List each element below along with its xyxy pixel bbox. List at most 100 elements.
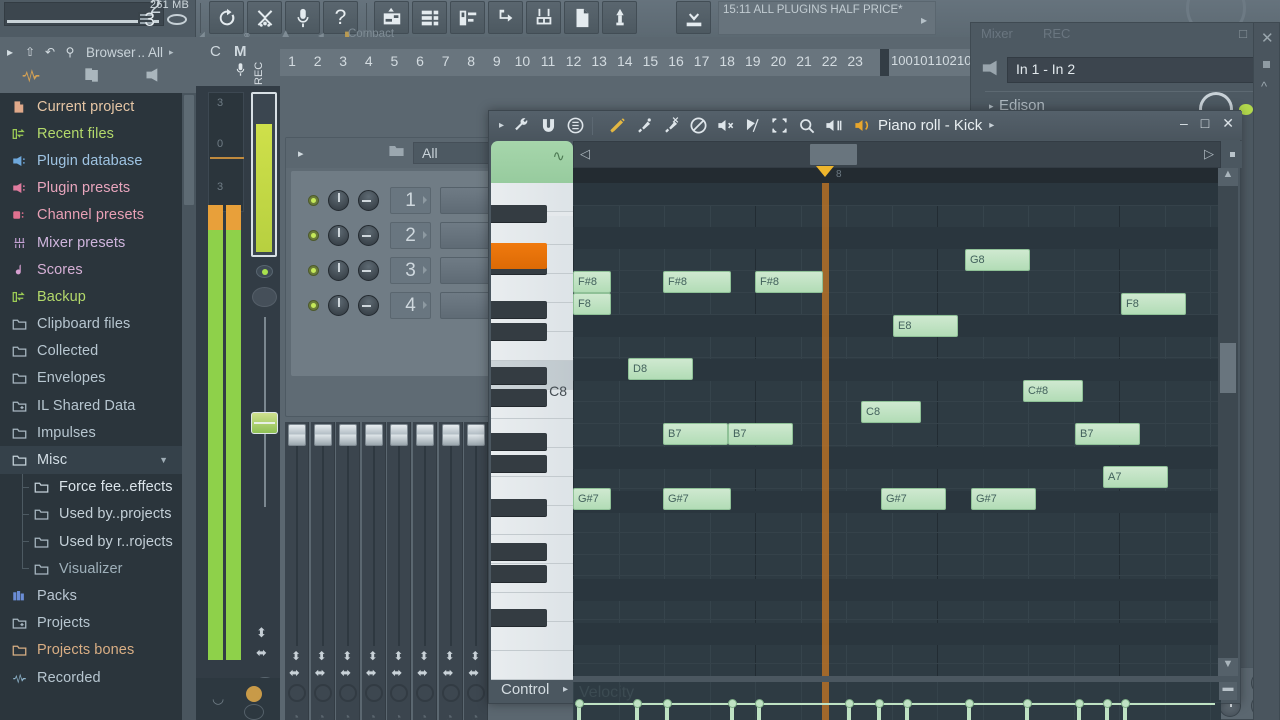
piano-roll-note[interactable]: A7	[1103, 466, 1168, 488]
piano-roll-note[interactable]: F#8	[663, 271, 731, 293]
mixer-plug-icon[interactable]: ◔	[420, 710, 427, 720]
vertical-scrollbar-thumb[interactable]	[1220, 343, 1236, 393]
browser-item-projects[interactable]: Projects	[0, 610, 182, 637]
mixer-knob[interactable]	[364, 684, 383, 702]
piano-roll-note[interactable]: C#8	[1023, 380, 1083, 402]
mixer-channel[interactable]: ⬍⬌◔◴	[285, 422, 309, 720]
piano-black-key[interactable]	[491, 389, 547, 407]
wrench-icon[interactable]	[512, 116, 531, 135]
mixer-channel[interactable]: ⬍⬌◔◴	[310, 422, 335, 720]
strip-led[interactable]	[256, 265, 273, 278]
velocity-handle[interactable]	[755, 699, 764, 708]
browser-item-collected[interactable]: Collected	[0, 338, 182, 365]
browser-item-visualizer[interactable]: Visualizer	[0, 555, 182, 582]
leftright-arrows-icon[interactable]: ⬌	[443, 665, 454, 681]
mixer-fader-handle[interactable]	[339, 424, 358, 446]
mixer-fader-handle[interactable]	[416, 424, 434, 446]
vertical-scrollbar[interactable]: ▲ ▼	[1218, 168, 1238, 676]
channel-volume-knob[interactable]	[328, 190, 349, 211]
velocity-handle[interactable]	[575, 699, 584, 708]
mixer-plug-icon[interactable]: ◔	[471, 710, 478, 720]
playlist-ruler[interactable]: 1 2 3 4 5 6 7 8 9 10 11 12 13 14 15 16 17 18 19 20 21 22 23	[280, 49, 880, 76]
channel-volume-knob[interactable]	[328, 225, 349, 246]
channel-mute-led[interactable]	[308, 265, 319, 276]
browser-item-impulses[interactable]: Impulses	[0, 419, 182, 446]
plug-orange-icon[interactable]	[246, 686, 262, 702]
slice-icon[interactable]	[743, 116, 762, 135]
paint-delete-icon[interactable]	[662, 116, 681, 135]
piano-roll-note[interactable]: B7	[1075, 423, 1140, 445]
maximize-icon[interactable]: □	[1239, 26, 1247, 41]
maximize-button[interactable]: □	[1201, 115, 1209, 132]
scroll-right-button[interactable]: ▷	[1198, 142, 1220, 167]
updown-arrows-icon[interactable]: ⬍	[256, 625, 267, 641]
undo-icon[interactable]: ↶	[40, 45, 60, 59]
magnet-icon[interactable]	[539, 116, 558, 135]
channel-pan-knob[interactable]	[358, 190, 379, 211]
updown-arrows-icon[interactable]: ⬍	[368, 649, 378, 663]
folder-icon[interactable]	[388, 144, 405, 163]
updown-arrows-icon[interactable]: ⬍	[393, 649, 403, 663]
browser-item-plugin-database[interactable]: Plugin database	[0, 147, 182, 174]
mixer-knob[interactable]	[390, 684, 409, 702]
copy-icon[interactable]	[82, 66, 102, 89]
browser-item-force-fee-effects[interactable]: Force fee..effects	[0, 473, 182, 502]
piano-roll-note[interactable]: F#8	[755, 271, 823, 293]
scrollbar-end-dot[interactable]	[1222, 141, 1242, 168]
chevron-right-icon[interactable]: ▸	[298, 147, 304, 160]
mixer-plug-icon[interactable]: ◔	[343, 710, 350, 720]
piano-roll-note[interactable]: B7	[728, 423, 793, 445]
updown-arrows-icon[interactable]: ⬍	[317, 649, 327, 663]
leftright-arrows-icon[interactable]: ⬌	[289, 665, 300, 681]
browser-item-misc[interactable]: Misc ▼	[0, 446, 182, 474]
leftright-arrows-icon[interactable]: ⬌	[417, 665, 428, 681]
updown-arrows-icon[interactable]: ⬍	[342, 649, 352, 663]
mixer-knob[interactable]	[416, 684, 434, 702]
mixer-plug-icon[interactable]: ◔	[394, 710, 401, 720]
velocity-handle[interactable]	[1121, 699, 1130, 708]
leftright-arrows-icon[interactable]: ⬌	[366, 665, 377, 681]
mixer-channel[interactable]: ⬍⬌◔◴	[336, 422, 361, 720]
chevron-right-icon[interactable]: ▸	[499, 120, 504, 131]
strip-knob[interactable]	[252, 287, 277, 307]
updown-arrows-icon[interactable]: ⬍	[291, 649, 301, 663]
minimize-button[interactable]: –	[1180, 115, 1188, 132]
channel-volume-knob[interactable]	[328, 260, 349, 281]
piano-roll-note[interactable]: G#7	[881, 488, 946, 510]
browser-item-packs[interactable]: Packs	[0, 582, 182, 609]
mixer-plug-icon[interactable]: ◔	[292, 710, 299, 720]
piano-black-key[interactable]	[491, 543, 547, 561]
browser-item-used-by-r-rojects[interactable]: Used by r..rojects	[0, 528, 182, 556]
channel-index[interactable]: 2	[390, 222, 431, 249]
menu-icon[interactable]	[566, 116, 585, 135]
piano-roll-icon[interactable]	[853, 116, 872, 135]
browser-scrollbar[interactable]	[182, 93, 196, 720]
mixer-plug-icon[interactable]: ◔	[369, 710, 376, 720]
select-icon[interactable]	[770, 116, 789, 135]
mixer-fader-handle[interactable]	[288, 424, 306, 446]
input-routing-icon[interactable]	[981, 59, 1007, 82]
piano-white-key[interactable]	[491, 651, 573, 680]
scroll-down-button[interactable]: ▼	[1218, 658, 1238, 676]
chevron-right-icon-2[interactable]: ▸	[169, 47, 174, 58]
channel-mute-led[interactable]	[308, 195, 319, 206]
updown-arrows-icon[interactable]: ⬍	[445, 649, 455, 663]
piano-key-highlighted[interactable]	[491, 243, 547, 269]
square-icon[interactable]	[1263, 61, 1270, 68]
playhead-marker[interactable]	[816, 166, 834, 177]
scroll-left-button[interactable]: ◁	[574, 142, 596, 167]
updown-arrows-icon[interactable]: ⬍	[470, 649, 480, 663]
velocity-menu-button[interactable]: ▬	[1219, 682, 1237, 700]
browser-scrollbar-thumb[interactable]	[184, 95, 194, 205]
chevron-right-icon-title[interactable]: ▸	[989, 120, 994, 131]
mixer-channel[interactable]: ⬍⬌◔◴	[464, 422, 489, 720]
piano-black-key[interactable]	[491, 323, 547, 341]
browser-item-clipboard-files[interactable]: Clipboard files	[0, 311, 182, 338]
leftright-arrows-icon[interactable]: ⬌	[315, 665, 326, 681]
updown-arrows-icon[interactable]: ⬍	[419, 649, 429, 663]
piano-roll-titlebar[interactable]: ▸ Piano roll - Kick ▸ – □ ✕	[489, 111, 1242, 140]
pencil-icon[interactable]	[608, 116, 627, 135]
mixer-channel[interactable]: ⬍⬌◔◴	[361, 422, 386, 720]
strip-fader-handle[interactable]	[251, 412, 278, 434]
horizontal-scrollbar-thumb[interactable]	[810, 144, 857, 165]
